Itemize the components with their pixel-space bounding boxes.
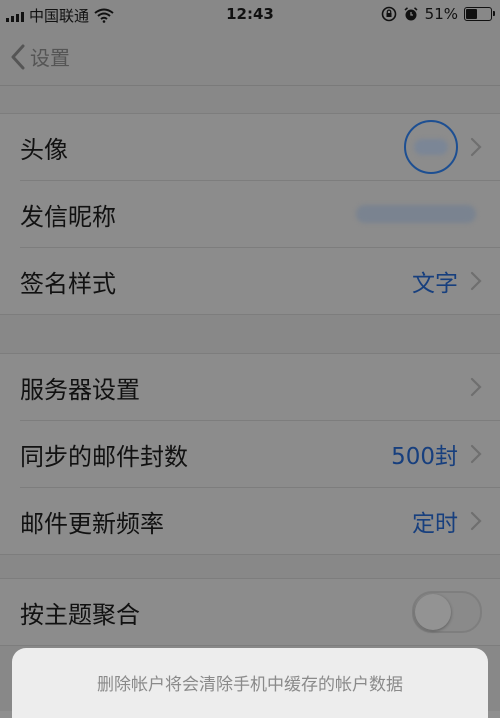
threading-group: 按主题聚合	[0, 578, 500, 646]
row-server-settings[interactable]: 服务器设置	[20, 354, 500, 421]
account-profile-group: 头像 发信昵称 签名样式 文字	[0, 113, 500, 315]
row-signature-style[interactable]: 签名样式 文字	[20, 248, 500, 314]
navigation-bar: 设置	[0, 30, 500, 86]
row-label: 按主题聚合	[20, 600, 140, 629]
action-sheet-message: 删除帐户将会清除手机中缓存的帐户数据	[97, 675, 403, 695]
row-value: 定时	[412, 511, 458, 537]
chevron-right-icon	[470, 271, 482, 291]
chevron-right-icon	[470, 444, 482, 464]
rotation-lock-icon	[381, 6, 396, 22]
row-value: 文字	[412, 271, 458, 297]
action-sheet: 删除帐户将会清除手机中缓存的帐户数据	[12, 648, 488, 718]
sync-settings-group: 服务器设置 同步的邮件封数 500封 邮件更新频率 定时	[0, 353, 500, 555]
status-bar: 中国联通 12:43 51%	[0, 0, 500, 30]
group-by-subject-toggle[interactable]	[412, 591, 482, 633]
screen: 中国联通 12:43 51% 设置 头像 发信昵称 签名样式 文字 服务器设置 …	[0, 0, 500, 718]
alarm-icon	[404, 7, 418, 21]
nickname-value-blurred	[356, 205, 476, 223]
battery-percent: 51%	[424, 5, 458, 23]
row-label: 同步的邮件封数	[20, 442, 188, 471]
battery-icon	[464, 7, 495, 21]
row-label: 签名样式	[20, 269, 116, 298]
row-value: 500封	[391, 444, 458, 470]
avatar	[404, 120, 458, 174]
row-group-by-subject: 按主题聚合	[20, 579, 500, 645]
chevron-right-icon	[470, 377, 482, 397]
back-label: 设置	[30, 46, 70, 70]
chevron-right-icon	[470, 511, 482, 531]
row-label: 头像	[20, 135, 68, 164]
toggle-knob	[415, 594, 451, 630]
row-update-frequency[interactable]: 邮件更新频率 定时	[20, 488, 500, 554]
row-sender-nickname[interactable]: 发信昵称	[20, 181, 500, 248]
row-sync-count[interactable]: 同步的邮件封数 500封	[20, 421, 500, 488]
row-avatar[interactable]: 头像	[20, 114, 500, 181]
back-button[interactable]: 设置	[10, 42, 70, 71]
row-label: 发信昵称	[20, 202, 116, 231]
chevron-right-icon	[470, 137, 482, 157]
row-label: 服务器设置	[20, 375, 140, 404]
back-chevron-icon	[11, 44, 25, 69]
status-right: 51%	[381, 5, 495, 23]
row-label: 邮件更新频率	[20, 509, 164, 538]
